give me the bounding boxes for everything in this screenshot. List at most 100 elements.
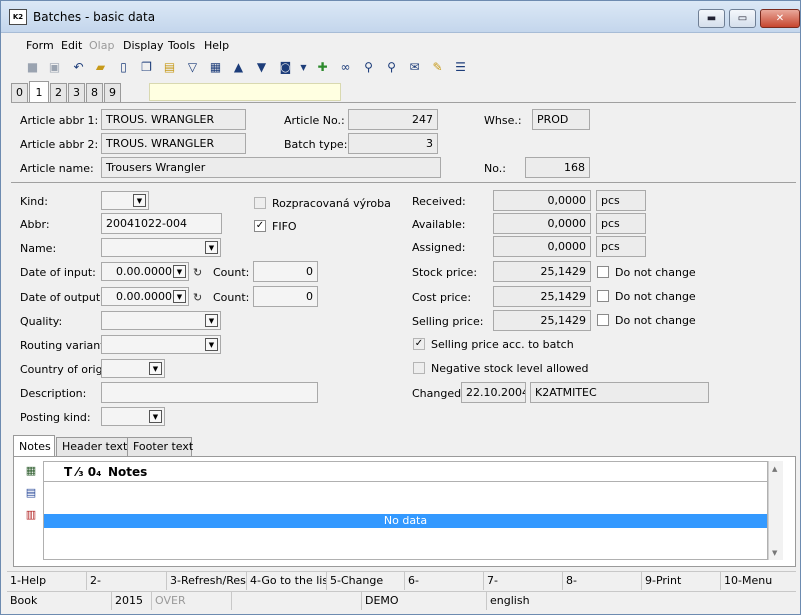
count-output-field[interactable]: 0 bbox=[253, 286, 318, 307]
chevron-down-icon[interactable]: ▼ bbox=[149, 410, 162, 423]
stock-price-lock-checkbox[interactable] bbox=[597, 266, 609, 278]
notes-icon[interactable]: ✎ bbox=[429, 59, 446, 76]
fkey-8[interactable]: 8- bbox=[563, 572, 642, 590]
chevron-down-icon[interactable]: ▼ bbox=[173, 290, 186, 303]
chevron-down-icon[interactable]: ▼ bbox=[149, 362, 162, 375]
assigned-field[interactable]: 0,0000 bbox=[493, 236, 591, 257]
cost-price-field[interactable]: 25,1429 bbox=[493, 286, 591, 307]
reset-icon[interactable]: ↻ bbox=[193, 266, 202, 279]
arrow-down-icon[interactable]: ▼ bbox=[253, 59, 270, 76]
quality-combo[interactable]: ▼ bbox=[101, 311, 221, 330]
mail-icon[interactable]: ✉ bbox=[406, 59, 423, 76]
kind-combo[interactable]: ▼ bbox=[101, 191, 149, 210]
minimize-button[interactable]: ▬ bbox=[698, 9, 725, 28]
date-input-combo[interactable]: 0.00.0000 ▼ bbox=[101, 262, 189, 281]
description-field[interactable] bbox=[101, 382, 318, 403]
article-no-field[interactable]: 247 bbox=[348, 109, 438, 130]
scroll-down-icon[interactable]: ▼ bbox=[772, 549, 777, 557]
find-next-icon[interactable]: ⚲ bbox=[360, 59, 377, 76]
fkey-2[interactable]: 2- bbox=[87, 572, 167, 590]
undo-icon[interactable]: ↶ bbox=[70, 59, 87, 76]
selling-price-field[interactable]: 25,1429 bbox=[493, 310, 591, 331]
country-combo[interactable]: ▼ bbox=[101, 359, 165, 378]
copy-icon[interactable]: ❐ bbox=[138, 59, 155, 76]
tab-header-text[interactable]: Header text bbox=[56, 437, 138, 457]
add-note-icon[interactable]: ▦ bbox=[24, 464, 38, 478]
tab-footer-text[interactable]: Footer text bbox=[127, 437, 193, 457]
chevron-down-icon[interactable]: ▼ bbox=[205, 241, 218, 254]
tab-2[interactable]: 2 bbox=[50, 83, 67, 102]
routing-combo[interactable]: ▼ bbox=[101, 335, 221, 354]
selling-acc-batch-checkbox[interactable]: ✓ bbox=[413, 338, 425, 350]
stock-price-field[interactable]: 25,1429 bbox=[493, 261, 591, 282]
find-prev-icon[interactable]: ⚲ bbox=[383, 59, 400, 76]
article-abbr2-field[interactable]: TROUS. WRANGLER bbox=[101, 133, 246, 154]
article-abbr1-field[interactable]: TROUS. WRANGLER bbox=[101, 109, 246, 130]
tab-1[interactable]: 1 bbox=[29, 81, 49, 102]
menu-lines-icon[interactable]: ☰ bbox=[452, 59, 469, 76]
chevron-down-icon[interactable]: ▼ bbox=[173, 265, 186, 278]
save-all-icon[interactable]: ▣ bbox=[46, 59, 63, 76]
scroll-up-icon[interactable]: ▲ bbox=[772, 465, 777, 473]
export-icon[interactable]: ✚ bbox=[314, 59, 331, 76]
fifo-checkbox[interactable]: ✓ bbox=[254, 220, 266, 232]
menu-olap[interactable]: Olap bbox=[89, 39, 114, 52]
filter-list-icon[interactable]: ▦ bbox=[207, 59, 224, 76]
negative-stock-checkbox[interactable] bbox=[413, 362, 425, 374]
grid-col-type[interactable]: T ⁄₃ 0₄ bbox=[64, 462, 101, 482]
arrow-up-icon[interactable]: ▲ bbox=[230, 59, 247, 76]
tab-9[interactable]: 9 bbox=[104, 83, 121, 102]
fkey-5[interactable]: 5-Change bbox=[327, 572, 405, 590]
changed-user-field[interactable]: K2ATMITEC bbox=[530, 382, 709, 403]
posting-combo[interactable]: ▼ bbox=[101, 407, 165, 426]
reset-icon[interactable]: ↻ bbox=[193, 291, 202, 304]
whse-field[interactable]: PROD bbox=[532, 109, 590, 130]
fkey-4[interactable]: 4-Go to the list bbox=[247, 572, 327, 590]
changed-date-field[interactable]: 22.10.2004 bbox=[461, 382, 526, 403]
fkey-9[interactable]: 9-Print bbox=[642, 572, 721, 590]
abbr-field[interactable]: 20041022-004 bbox=[101, 213, 222, 234]
fkey-10[interactable]: 10-Menu bbox=[721, 572, 796, 590]
edit-note-icon[interactable]: ▤ bbox=[24, 486, 38, 500]
chevron-down-icon[interactable]: ▼ bbox=[205, 338, 218, 351]
open-folder-icon[interactable]: ▰ bbox=[92, 59, 109, 76]
cost-price-lock-checkbox[interactable] bbox=[597, 290, 609, 302]
binoculars-icon[interactable]: ∞ bbox=[337, 59, 354, 76]
grid-scrollbar[interactable]: ▲ ▼ bbox=[768, 461, 783, 560]
new-document-icon[interactable]: ▯ bbox=[115, 59, 132, 76]
received-field[interactable]: 0,0000 bbox=[493, 190, 591, 211]
fkey-1[interactable]: 1-Help bbox=[7, 572, 87, 590]
fkey-3[interactable]: 3-Refresh/Rest bbox=[167, 572, 247, 590]
article-name-field[interactable]: Trousers Wrangler bbox=[101, 157, 441, 178]
save-icon[interactable]: ■ bbox=[24, 59, 41, 76]
camera-icon[interactable]: ◙ bbox=[277, 59, 294, 76]
menu-help[interactable]: Help bbox=[204, 39, 229, 52]
rozpracovana-checkbox[interactable] bbox=[254, 197, 266, 209]
batch-type-field[interactable]: 3 bbox=[348, 133, 438, 154]
tab-0[interactable]: 0 bbox=[11, 83, 28, 102]
filter-icon[interactable]: ▽ bbox=[184, 59, 201, 76]
menu-display[interactable]: Display bbox=[123, 39, 164, 52]
selling-price-lock-checkbox[interactable] bbox=[597, 314, 609, 326]
tab-3[interactable]: 3 bbox=[68, 83, 85, 102]
no-field[interactable]: 168 bbox=[525, 157, 590, 178]
dropdown-icon[interactable]: ▼ bbox=[295, 59, 312, 76]
count-input-field[interactable]: 0 bbox=[253, 261, 318, 282]
name-combo[interactable]: ▼ bbox=[101, 238, 221, 257]
date-output-combo[interactable]: 0.00.0000 ▼ bbox=[101, 287, 189, 306]
book-icon[interactable]: ▤ bbox=[161, 59, 178, 76]
available-field[interactable]: 0,0000 bbox=[493, 213, 591, 234]
fkey-6[interactable]: 6- bbox=[405, 572, 484, 590]
menu-form[interactable]: Form bbox=[26, 39, 54, 52]
close-button[interactable]: ✕ bbox=[760, 9, 800, 28]
delete-note-icon[interactable]: ▥ bbox=[24, 508, 38, 522]
maximize-button[interactable]: ▭ bbox=[729, 9, 756, 28]
menu-edit[interactable]: Edit bbox=[61, 39, 82, 52]
tab-notes[interactable]: Notes bbox=[13, 435, 55, 457]
chevron-down-icon[interactable]: ▼ bbox=[205, 314, 218, 327]
tab-8[interactable]: 8 bbox=[86, 83, 103, 102]
fkey-7[interactable]: 7- bbox=[484, 572, 563, 590]
chevron-down-icon[interactable]: ▼ bbox=[133, 194, 146, 207]
grid-col-notes[interactable]: Notes bbox=[108, 462, 147, 482]
menu-tools[interactable]: Tools bbox=[168, 39, 195, 52]
